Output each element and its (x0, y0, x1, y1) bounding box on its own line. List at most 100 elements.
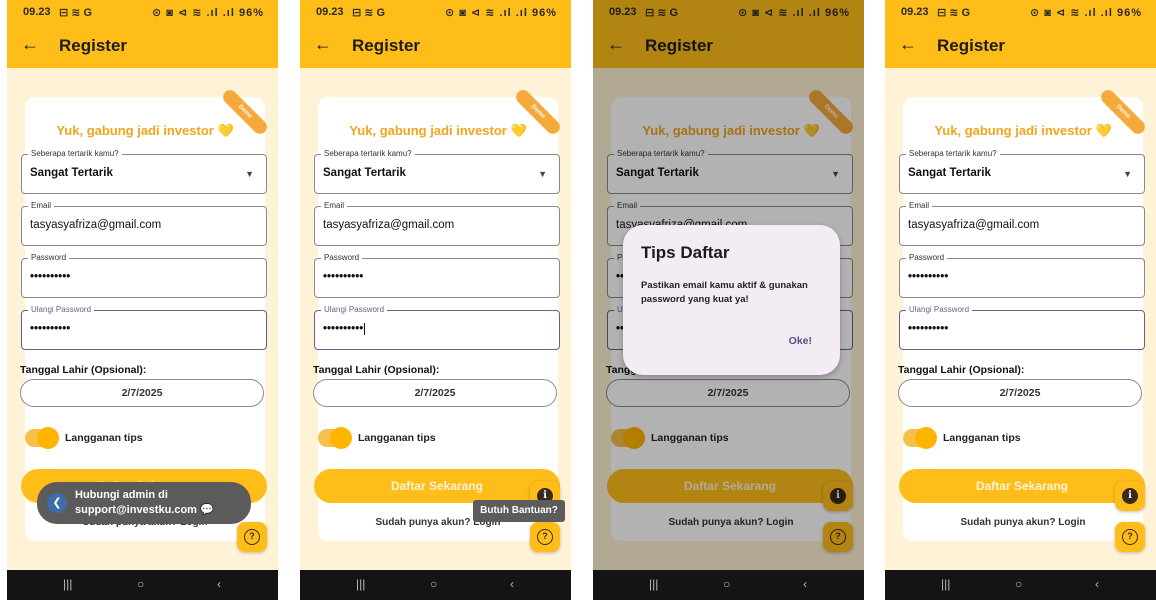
info-fab[interactable]: i (1115, 481, 1145, 511)
status-right-icons: ⊙ ◙ ⊲ ≋ .ıl .ıl 96% (151, 7, 264, 19)
dob-picker[interactable]: 2/7/2025 (313, 379, 557, 407)
status-bar: 09.23 ⊟ ≋ G ⊙ ◙ ⊲ ≋ .ıl .ıl 96% (300, 0, 571, 24)
status-time: 09.23 (23, 6, 51, 18)
email-field[interactable]: Email tasyasyafriza@gmail.com (899, 201, 1145, 246)
subscribe-toggle[interactable] (25, 427, 59, 449)
dob-label: Tanggal Lahir (Opsional): (20, 364, 147, 376)
status-bar: 09.23 ⊟ ≋ G ⊙ ◙ ⊲ ≋ .ıl .ıl 96% (885, 0, 1156, 24)
dialog-message: Pastikan email kamu aktif & gunakan pass… (641, 280, 808, 305)
email-field[interactable]: Email tasyasyafriza@gmail.com (21, 201, 267, 246)
help-icon: ? (537, 529, 553, 545)
dialog-ok-button[interactable]: Oke! (789, 335, 812, 347)
nav-recents-icon[interactable]: ||| (649, 577, 658, 591)
system-nav-bar: ||| ○ ‹ (593, 570, 864, 600)
admin-contact-toast: ❮ Hubungi admin di support@investku.com … (37, 482, 251, 524)
help-tooltip: Butuh Bantuan? (473, 500, 565, 522)
status-left-icons: ⊟ ≋ G (937, 7, 971, 19)
nav-home-icon[interactable]: ○ (430, 577, 437, 591)
register-card: Demo Yuk, gabung jadi investor 💛 Seberap… (20, 87, 270, 541)
info-icon: i (1122, 488, 1138, 504)
nav-home-icon[interactable]: ○ (1015, 577, 1022, 591)
confirm-password-field[interactable]: Ulangi Password •••••••••• (314, 305, 560, 350)
status-time: 09.23 (901, 6, 929, 18)
confirm-password-field[interactable]: Ulangi Password •••••••••• (899, 305, 1145, 350)
dob-label: Tanggal Lahir (Opsional): (313, 364, 440, 376)
subscribe-toggle[interactable] (318, 427, 352, 449)
status-right-icons: ⊙ ◙ ⊲ ≋ .ıl .ıl 96% (444, 7, 557, 19)
dialog-title: Tips Daftar (641, 243, 730, 262)
app-logo-icon: ❮ (47, 493, 67, 513)
phone-screen-toast: 09.23 ⊟ ≋ G ⊙ ◙ ⊲ ≋ .ıl .ıl 96% ← Regist… (7, 0, 278, 600)
dob-picker[interactable]: 2/7/2025 (20, 379, 264, 407)
toggle-knob (37, 427, 59, 449)
arrow-left-icon[interactable]: ← (21, 34, 39, 55)
register-card: Demo Yuk, gabung jadi investor 💛 Seberap… (313, 87, 563, 541)
page-title: Register (352, 36, 421, 55)
nav-back-icon[interactable]: ‹ (1095, 577, 1099, 591)
password-field[interactable]: Password •••••••••• (314, 253, 560, 298)
nav-recents-icon[interactable]: ||| (941, 577, 950, 591)
heart-icon: 💛 (217, 123, 234, 138)
dob-label: Tanggal Lahir (Opsional): (898, 364, 1025, 376)
chevron-down-icon: ▼ (1123, 169, 1132, 179)
nav-back-icon[interactable]: ‹ (803, 577, 807, 591)
app-bar: ← Register (300, 24, 571, 68)
nav-recents-icon[interactable]: ||| (356, 577, 365, 591)
help-fab[interactable]: ? (530, 522, 560, 552)
status-left-icons: ⊟ ≋ G (352, 7, 386, 19)
nav-back-icon[interactable]: ‹ (510, 577, 514, 591)
toggle-knob (915, 427, 937, 449)
system-nav-bar: ||| ○ ‹ (885, 570, 1156, 600)
nav-home-icon[interactable]: ○ (723, 577, 730, 591)
welcome-heading: Yuk, gabung jadi investor 💛 (934, 123, 1112, 138)
help-icon: ? (1122, 529, 1138, 545)
heart-icon: 💛 (1095, 123, 1112, 138)
chevron-down-icon: ▼ (245, 169, 254, 179)
nav-back-icon[interactable]: ‹ (217, 577, 221, 591)
toggle-knob (330, 427, 352, 449)
interest-dropdown[interactable]: Seberapa tertarik kamu? Sangat Tertarik … (21, 149, 267, 194)
text-cursor (364, 323, 366, 335)
password-field[interactable]: Password •••••••••• (21, 253, 267, 298)
status-bar: 09.23 ⊟ ≋ G ⊙ ◙ ⊲ ≋ .ıl .ıl 96% (7, 0, 278, 24)
login-link[interactable]: Sudah punya akun? Login (903, 517, 1143, 528)
phone-screen-default: 09.23 ⊟ ≋ G ⊙ ◙ ⊲ ≋ .ıl .ıl 96% ← Regist… (885, 0, 1156, 600)
nav-home-icon[interactable]: ○ (137, 577, 144, 591)
welcome-heading: Yuk, gabung jadi investor 💛 (56, 123, 234, 138)
nav-recents-icon[interactable]: ||| (63, 577, 72, 591)
interest-dropdown[interactable]: Seberapa tertarik kamu? Sangat Tertarik … (314, 149, 560, 194)
toast-message: Hubungi admin di support@investku.com 💬 (75, 489, 214, 516)
dob-picker[interactable]: 2/7/2025 (898, 379, 1142, 407)
tips-dialog: Tips Daftar Pastikan email kamu aktif & … (623, 225, 840, 375)
status-left-icons: ⊟ ≋ G (59, 7, 93, 19)
help-icon: ? (244, 529, 260, 545)
system-nav-bar: ||| ○ ‹ (300, 570, 571, 600)
app-bar: ← Register (885, 24, 1156, 68)
help-fab[interactable]: ? (237, 522, 267, 552)
password-field[interactable]: Password •••••••••• (899, 253, 1145, 298)
status-time: 09.23 (316, 6, 344, 18)
submit-button[interactable]: Daftar Sekarang (899, 469, 1145, 503)
heart-icon: 💛 (510, 123, 527, 138)
welcome-heading: Yuk, gabung jadi investor 💛 (349, 123, 527, 138)
subscribe-toggle[interactable] (903, 427, 937, 449)
page-title: Register (937, 36, 1006, 55)
interest-dropdown[interactable]: Seberapa tertarik kamu? Sangat Tertarik … (899, 149, 1145, 194)
help-fab[interactable]: ? (1115, 522, 1145, 552)
screenshot-collage: 09.23 ⊟ ≋ G ⊙ ◙ ⊲ ≋ .ıl .ıl 96% ← Regist… (0, 0, 1156, 600)
phone-screen-dialog: 09.23 ⊟ ≋ G ⊙ ◙ ⊲ ≋ .ıl .ıl 96% ← Regist… (593, 0, 864, 600)
submit-button[interactable]: Daftar Sekarang (314, 469, 560, 503)
subscribe-label: Langganan tips (358, 432, 436, 444)
system-nav-bar: ||| ○ ‹ (7, 570, 278, 600)
register-card: Demo Yuk, gabung jadi investor 💛 Seberap… (898, 87, 1148, 541)
chevron-down-icon: ▼ (538, 169, 547, 179)
subscribe-label: Langganan tips (943, 432, 1021, 444)
arrow-left-icon[interactable]: ← (899, 34, 917, 55)
email-field[interactable]: Email tasyasyafriza@gmail.com (314, 201, 560, 246)
page-title: Register (59, 36, 128, 55)
app-bar: ← Register (7, 24, 278, 68)
subscribe-label: Langganan tips (65, 432, 143, 444)
arrow-left-icon[interactable]: ← (314, 34, 332, 55)
status-right-icons: ⊙ ◙ ⊲ ≋ .ıl .ıl 96% (1029, 7, 1142, 19)
confirm-password-field[interactable]: Ulangi Password •••••••••• (21, 305, 267, 350)
